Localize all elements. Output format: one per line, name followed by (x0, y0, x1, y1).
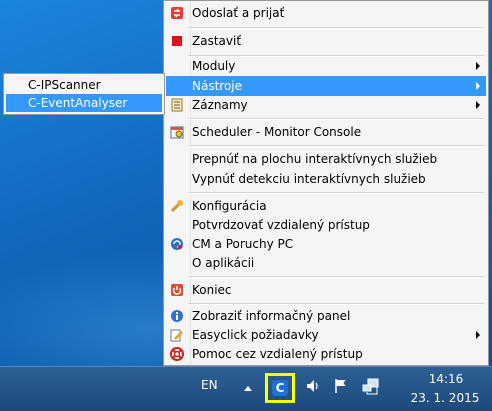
speaker-icon[interactable] (305, 378, 321, 394)
menu-item-label: Zastaviť (192, 34, 242, 48)
menu-item-configuration[interactable]: Konfigurácia (166, 196, 486, 216)
menu-item-stop[interactable]: Zastaviť (166, 31, 486, 51)
menu-item-label: Prepnúť na plochu interaktívnych služieb (192, 152, 438, 166)
info-icon (171, 310, 183, 322)
submenu-arrow-icon (476, 82, 480, 90)
menu-separator (188, 145, 484, 147)
menu-item-easyclick[interactable]: Easyclick požiadavky (166, 325, 486, 345)
menu-separator (188, 276, 484, 278)
submenu-item-label: C-IPScanner (28, 78, 101, 92)
menu-item-label: Easyclick požiadavky (192, 328, 319, 342)
menu-separator (188, 192, 484, 194)
menu-item-about[interactable]: O aplikácii (166, 253, 486, 273)
send-receive-icon (171, 7, 183, 19)
menu-item-label: O aplikácii (192, 256, 255, 270)
menu-item-confirm-remote[interactable]: Potvrdzovať vzdialený prístup (166, 215, 486, 235)
menu-item-tools[interactable]: Nástroje (166, 76, 486, 96)
tray-context-menu: Odoslať a prijať Zastaviť Moduly Nástroj… (163, 0, 489, 366)
menu-item-logs[interactable]: Záznamy (166, 95, 486, 115)
menu-item-cm-faults[interactable]: CM a Poruchy PC (166, 234, 486, 254)
menu-item-label: Pomoc cez vzdialený prístup (192, 347, 363, 361)
menu-item-label: Zobraziť informačný panel (192, 309, 351, 323)
tray-app-icon[interactable]: C (265, 373, 295, 403)
power-icon (171, 284, 183, 296)
lifebuoy-icon (170, 347, 184, 361)
menu-item-label: Potvrdzovať vzdialený prístup (192, 218, 370, 232)
menu-item-exit[interactable]: Koniec (166, 280, 486, 300)
menu-item-label: Koniec (192, 283, 232, 297)
cm-icon (171, 238, 183, 250)
menu-item-scheduler[interactable]: Scheduler - Monitor Console (166, 122, 486, 142)
menu-item-label: Konfigurácia (192, 199, 267, 213)
submenu-arrow-icon (476, 331, 480, 339)
wrench-icon (170, 200, 183, 213)
menu-item-info-panel[interactable]: Zobraziť informačný panel (166, 306, 486, 326)
menu-item-label: Vypnúť detekciu interaktívnych služieb (192, 172, 426, 186)
clock-time[interactable]: 14:16 (414, 372, 478, 386)
c-app-icon: C (272, 380, 288, 396)
tools-submenu: C-IPScanner C-EventAnalyser (3, 73, 165, 115)
submenu-item-eventanalyser[interactable]: C-EventAnalyser (6, 94, 162, 112)
stop-icon (172, 36, 182, 46)
submenu-arrow-icon (476, 101, 480, 109)
clock-date[interactable]: 23. 1. 2015 (405, 391, 485, 405)
show-hidden-icons-icon[interactable] (244, 386, 252, 391)
menu-item-label: Moduly (192, 59, 236, 73)
log-icon (171, 98, 183, 112)
menu-separator (188, 303, 484, 305)
taskbar: EN C 14:16 23. 1. 2015 (0, 366, 492, 411)
edit-icon (170, 329, 183, 342)
menu-item-label: Nástroje (192, 79, 243, 93)
language-indicator[interactable]: EN (201, 378, 218, 392)
menu-item-label: Odoslať a prijať (192, 6, 285, 20)
menu-item-label: Scheduler - Monitor Console (192, 125, 362, 139)
submenu-item-label: C-EventAnalyser (28, 96, 128, 110)
menu-separator (188, 118, 484, 120)
menu-separator (188, 27, 484, 29)
menu-item-modules[interactable]: Moduly (166, 56, 486, 76)
menu-item-send-receive[interactable]: Odoslať a prijať (166, 3, 486, 23)
menu-item-label: Záznamy (192, 98, 248, 112)
calendar-icon (170, 126, 184, 139)
menu-item-label: CM a Poruchy PC (192, 237, 294, 251)
submenu-item-ipscanner[interactable]: C-IPScanner (6, 76, 162, 94)
menu-item-remote-help[interactable]: Pomoc cez vzdialený prístup (166, 344, 486, 364)
menu-item-switch-desktop[interactable]: Prepnúť na plochu interaktívnych služieb (166, 149, 486, 169)
network-icon[interactable] (362, 377, 380, 395)
action-center-flag-icon[interactable] (333, 378, 349, 394)
menu-item-disable-detection[interactable]: Vypnúť detekciu interaktívnych služieb (166, 169, 486, 189)
submenu-arrow-icon (476, 62, 480, 70)
